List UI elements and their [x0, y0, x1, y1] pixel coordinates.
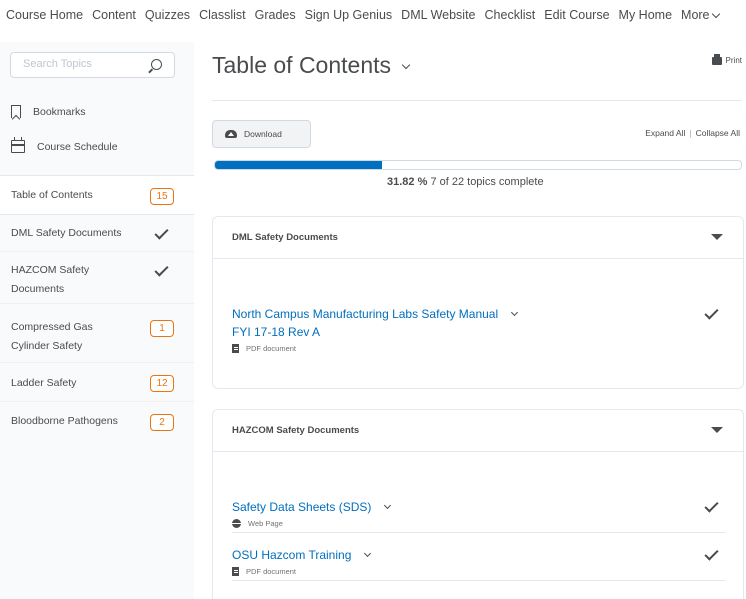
bookmark-icon — [11, 105, 21, 118]
print-label: Print — [725, 56, 742, 65]
topic-item: North Campus Manufacturing Labs Safety M… — [232, 305, 722, 353]
progress-bar-fill — [215, 161, 383, 169]
section-header[interactable]: HAZCOM Safety Documents — [213, 410, 743, 452]
course-navbar: Course Home Content Quizzes Classlist Gr… — [0, 0, 746, 30]
page-title-menu[interactable]: Table of Contents — [212, 52, 411, 79]
progress-topics: 7 of 22 topics complete — [430, 176, 544, 188]
course-schedule-label: Course Schedule — [37, 140, 118, 153]
caret-down-icon[interactable] — [711, 427, 723, 433]
topic-type-label: PDF document — [246, 567, 297, 576]
expand-all-link[interactable]: Expand All — [645, 128, 685, 138]
caret-down-icon[interactable] — [711, 234, 723, 240]
course-schedule-link[interactable]: Course Schedule — [11, 137, 118, 153]
unread-count-badge: 12 — [150, 375, 174, 392]
nav-checklist[interactable]: Checklist — [485, 8, 536, 22]
collapse-all-link[interactable]: Collapse All — [696, 128, 740, 138]
pdf-document-icon — [232, 567, 239, 576]
module-label: DML Safety Documents — [11, 227, 122, 239]
topic-type: PDF document — [232, 567, 722, 576]
nav-quizzes[interactable]: Quizzes — [145, 8, 190, 22]
progress-percent: 31.82 % — [387, 176, 428, 188]
expand-collapse-controls: Expand All | Collapse All — [645, 128, 740, 138]
content-sidebar: Bookmarks Course Schedule Table of Conte… — [0, 42, 204, 599]
search-box — [10, 52, 175, 78]
chevron-down-icon[interactable] — [510, 308, 518, 317]
section-header[interactable]: DML Safety Documents — [213, 217, 743, 259]
progress-bar — [214, 160, 742, 170]
printer-icon — [711, 53, 722, 65]
unread-count-badge: 15 — [150, 188, 174, 205]
module-label: Table of Contents — [11, 189, 93, 201]
separator: | — [689, 128, 692, 138]
nav-sign-up-genius[interactable]: Sign Up Genius — [305, 8, 393, 22]
module-label: Compressed Gas — [11, 321, 93, 333]
checkmark-icon — [154, 264, 167, 277]
unread-count-badge: 1 — [150, 320, 174, 337]
module-label: Ladder Safety — [11, 377, 77, 389]
topic-item: Safety Data Sheets (SDS) Web Page — [232, 498, 722, 528]
topic-link[interactable]: Safety Data Sheets (SDS) — [232, 500, 371, 514]
download-label: Download — [244, 129, 282, 139]
nav-course-home[interactable]: Course Home — [6, 8, 83, 22]
module-label-line2: Cylinder Safety — [11, 340, 83, 352]
chevron-down-icon — [401, 60, 411, 69]
bookmarks-label: Bookmarks — [33, 105, 86, 118]
sidebar-item-compressed-gas-cylinder-safety[interactable]: Compressed Gas Cylinder Safety 1 — [0, 305, 194, 363]
section-card-hazcom-safety-documents: HAZCOM Safety Documents Safety Data Shee… — [212, 409, 744, 599]
topic-type: Web Page — [232, 519, 722, 528]
topic-type: PDF document — [232, 344, 722, 353]
search-icon[interactable] — [151, 59, 162, 70]
topic-type-label: Web Page — [248, 519, 283, 528]
nav-classlist[interactable]: Classlist — [199, 8, 246, 22]
pdf-document-icon — [232, 344, 239, 353]
topic-link-line2[interactable]: FYI 17-18 Rev A — [232, 325, 320, 339]
chevron-down-icon[interactable] — [383, 501, 391, 510]
topic-link[interactable]: OSU Hazcom Training — [232, 548, 351, 562]
globe-icon — [232, 519, 241, 528]
download-button[interactable]: Download — [212, 120, 311, 148]
topic-type-label: PDF document — [246, 344, 297, 353]
sidebar-item-ladder-safety[interactable]: Ladder Safety 12 — [0, 364, 194, 402]
bookmarks-link[interactable]: Bookmarks — [11, 105, 86, 118]
topic-link[interactable]: North Campus Manufacturing Labs Safety M… — [232, 307, 498, 321]
module-label-line2: Documents — [11, 283, 65, 295]
page-title: Table of Contents — [212, 52, 392, 78]
checkmark-icon — [154, 227, 167, 240]
nav-content[interactable]: Content — [92, 8, 136, 22]
module-label: Bloodborne Pathogens — [11, 415, 118, 427]
nav-edit-course[interactable]: Edit Course — [544, 8, 609, 22]
sidebar-item-hazcom-safety-documents[interactable]: HAZCOM Safety Documents — [0, 253, 194, 304]
sidebar-item-bloodborne-pathogens[interactable]: Bloodborne Pathogens 2 — [0, 403, 194, 441]
module-label: HAZCOM Safety — [11, 264, 90, 276]
cloud-download-icon — [225, 130, 237, 138]
unread-count-badge: 2 — [150, 414, 174, 431]
calendar-icon — [11, 137, 25, 153]
divider — [232, 532, 726, 533]
sidebar-item-dml-safety-documents[interactable]: DML Safety Documents — [0, 216, 194, 252]
checkmark-icon — [703, 548, 717, 562]
section-card-dml-safety-documents: DML Safety Documents North Campus Manufa… — [212, 216, 744, 389]
checkmark-icon — [703, 500, 717, 514]
chevron-down-icon — [711, 9, 720, 18]
topic-item: OSU Hazcom Training PDF document — [232, 546, 722, 576]
nav-my-home[interactable]: My Home — [619, 8, 672, 22]
sidebar-item-table-of-contents[interactable]: Table of Contents 15 — [0, 175, 204, 215]
nav-more-label: More — [681, 8, 710, 22]
progress-summary: 31.82 % 7 of 22 topics complete — [387, 176, 544, 188]
search-input[interactable] — [23, 58, 141, 70]
nav-grades[interactable]: Grades — [255, 8, 296, 22]
section-title: DML Safety Documents — [232, 232, 338, 243]
chevron-down-icon[interactable] — [363, 549, 371, 558]
print-button[interactable]: Print — [711, 53, 742, 65]
checkmark-icon — [703, 307, 717, 321]
section-title: HAZCOM Safety Documents — [232, 425, 360, 436]
divider — [212, 100, 742, 101]
nav-dml-website[interactable]: DML Website — [401, 8, 475, 22]
nav-more-menu[interactable]: More — [681, 8, 720, 22]
divider — [232, 580, 726, 581]
